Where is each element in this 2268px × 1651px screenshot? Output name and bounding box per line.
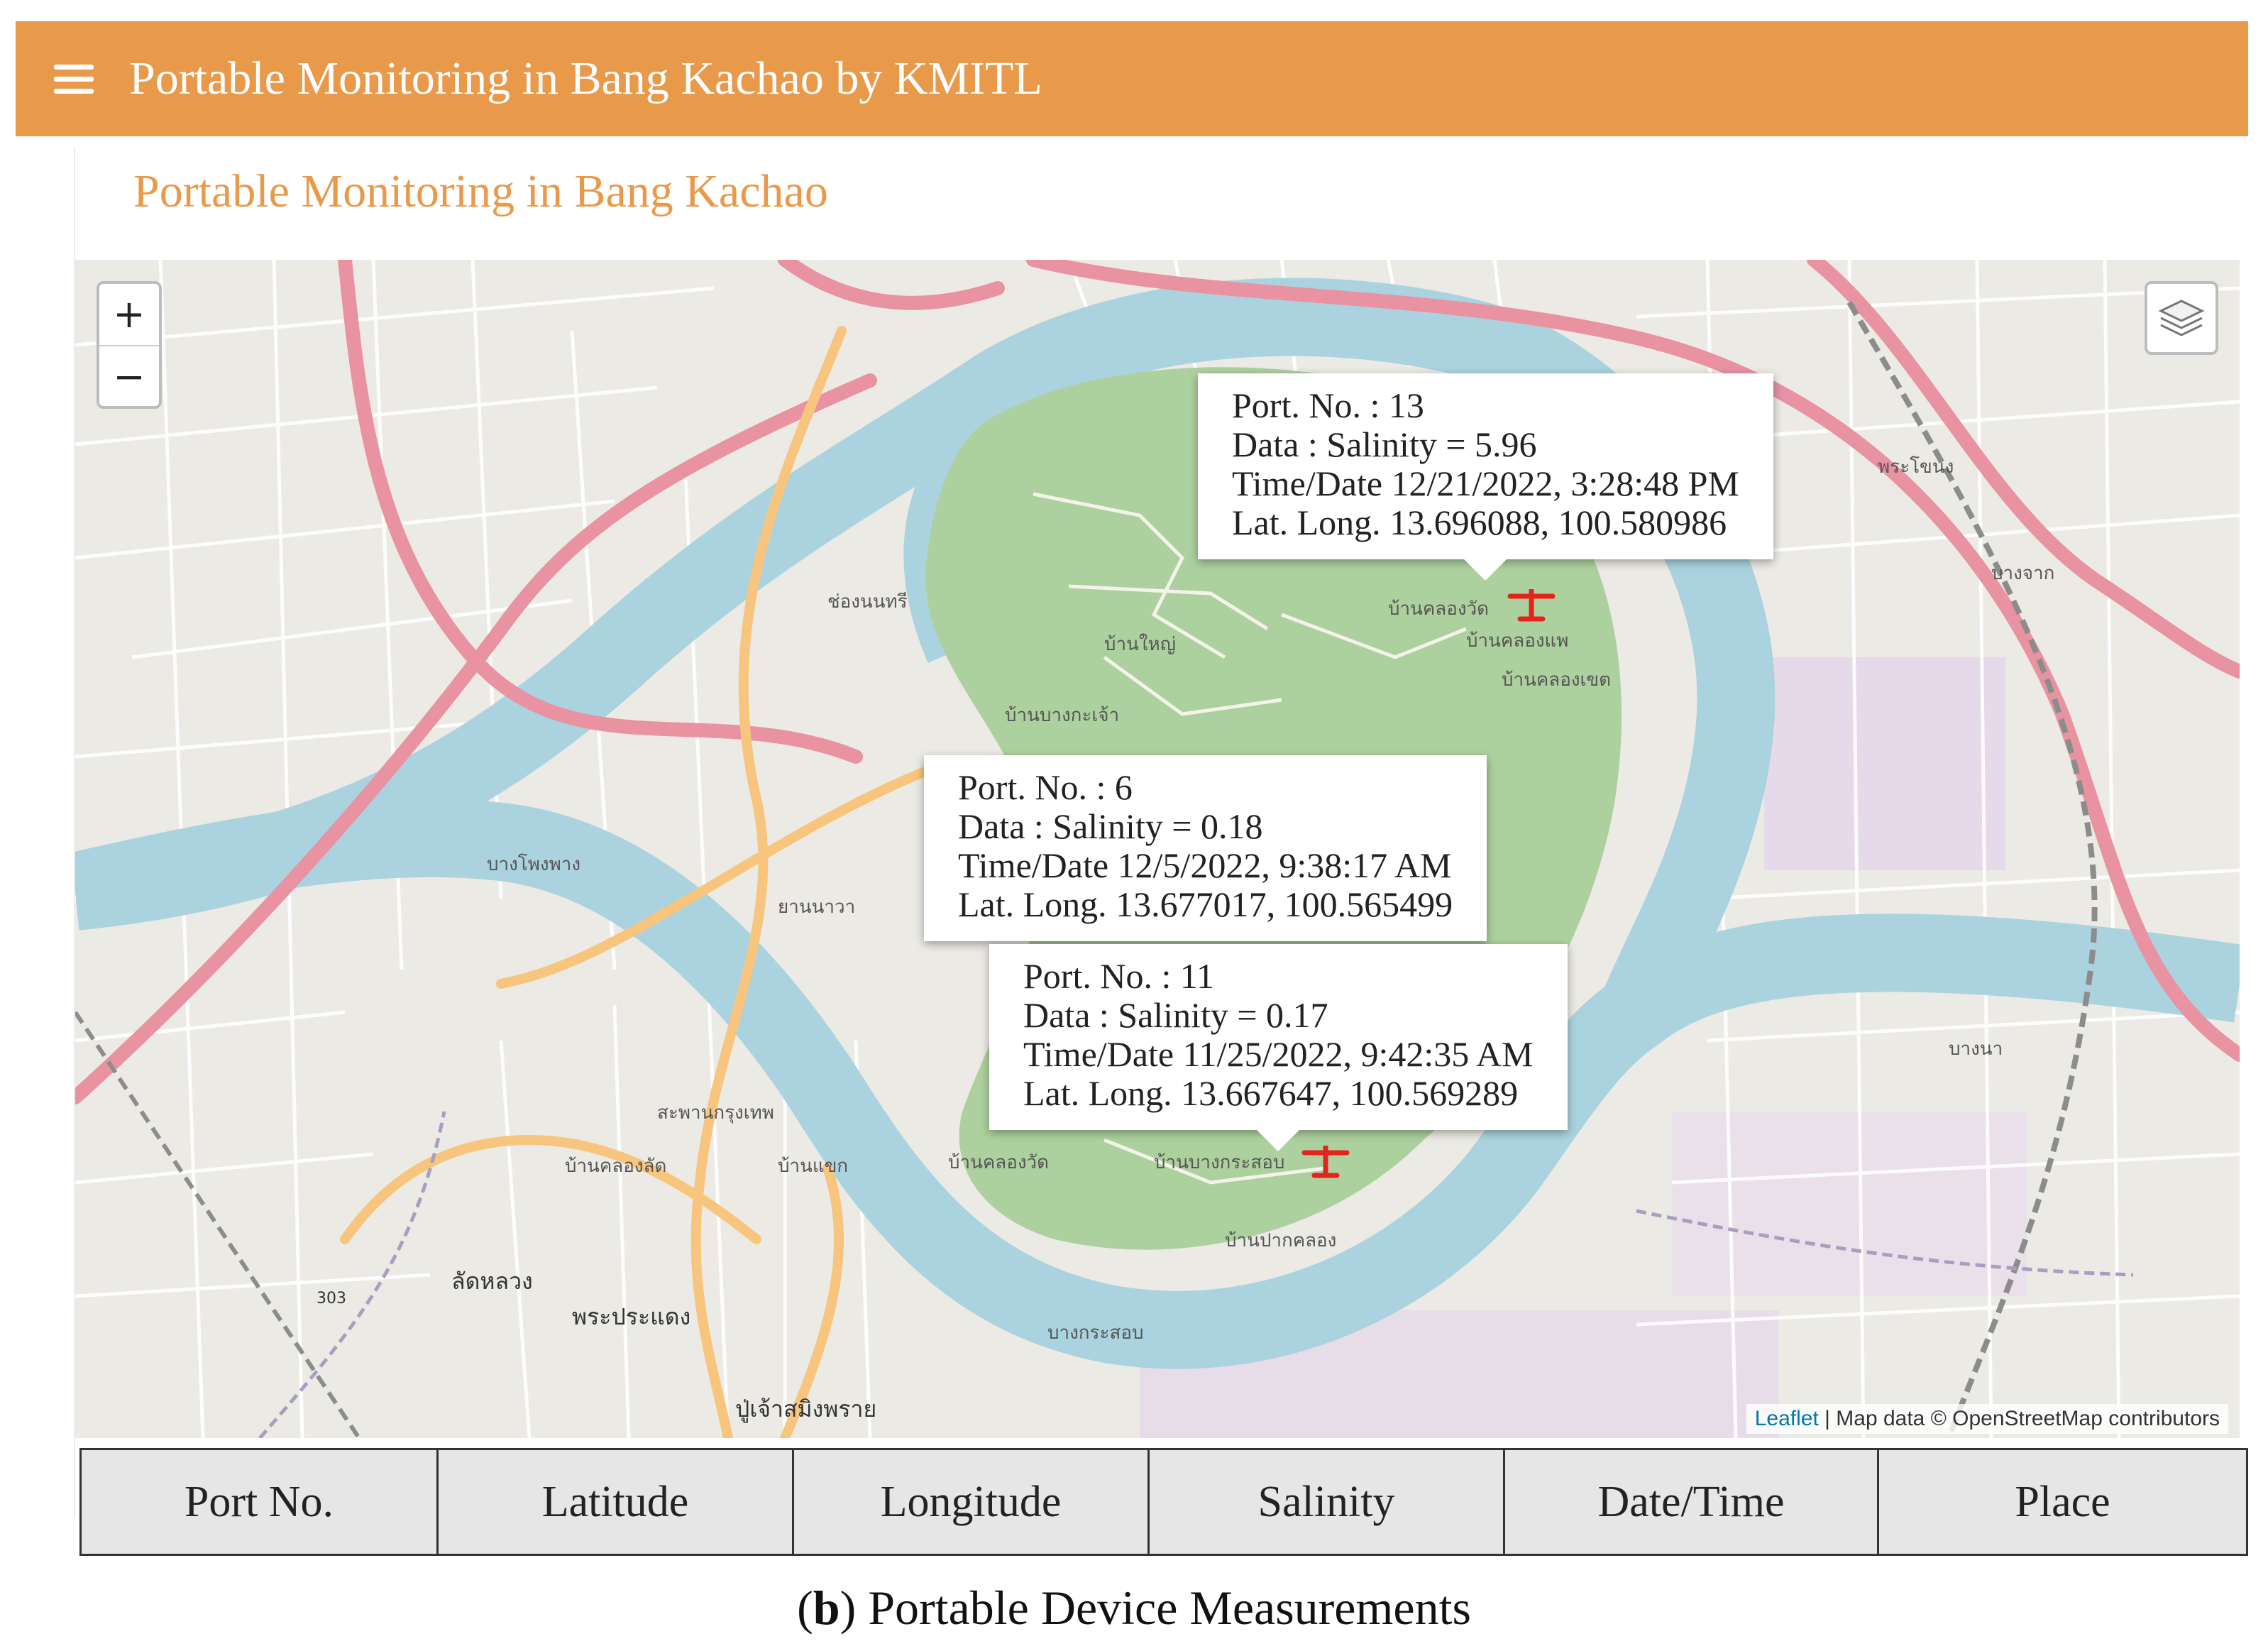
map-place-label: บางกระสอบ (1047, 1322, 1143, 1344)
map-place-label: พระโขนง (1878, 456, 1954, 478)
map-place-label: บ้านคลองแพ (1466, 630, 1568, 652)
caption-text: Portable Device Measurements (856, 1581, 1471, 1635)
column-header-latitude[interactable]: Latitude (436, 1448, 794, 1556)
zoom-control: + − (97, 281, 162, 409)
popup-port-11: Port. No. : 11 Data : Salinity = 0.17 Ti… (989, 944, 1568, 1151)
map-place-label: บ้านใหญ่ (1104, 634, 1176, 655)
popup-time-label: Time/Date 12/21/2022, 3:28:48 PM (1232, 464, 1739, 503)
column-header-datetime[interactable]: Date/Time (1503, 1448, 1879, 1556)
table-header-row: Port No. Latitude Longitude Salinity Dat… (79, 1448, 2248, 1556)
leaflet-link[interactable]: Leaflet (1755, 1407, 1819, 1430)
map-place-label: บางโพงพาง (487, 853, 580, 875)
app-title: Portable Monitoring in Bang Kachao by KM… (129, 53, 1042, 104)
app-header: Portable Monitoring in Bang Kachao by KM… (16, 21, 2248, 136)
popup-port-label: Port. No. : 13 (1232, 385, 1424, 425)
map-place-label: บ้านคลองเขต (1502, 669, 1611, 691)
map-view[interactable]: บ้านคลองวัด บ้านคลองแพ บ้านคลองเขต บ้านใ… (75, 260, 2240, 1438)
map-place-label: บ้านบางกระสอบ (1154, 1152, 1284, 1173)
caption-letter: b (813, 1581, 840, 1635)
map-place-label: บ้านคลองวัด (1388, 598, 1489, 620)
attribution-text: | Map data © OpenStreetMap contributors (1818, 1407, 2220, 1430)
map-attribution: Leaflet | Map data © OpenStreetMap contr… (1746, 1404, 2228, 1434)
map-place-label: ช่องนนทรี (827, 591, 908, 613)
map-place-label: บางนา (1949, 1038, 2003, 1060)
map-place-label: บ้านบางกะเจ้า (1005, 705, 1119, 726)
popup-port-13: Port. No. : 13 Data : Salinity = 5.96 Ti… (1198, 373, 1773, 581)
popup-latlong-label: Lat. Long. 13.667647, 100.569289 (1023, 1073, 1519, 1113)
layers-icon (2158, 300, 2205, 336)
popup-port-6: Port. No. : 6 Data : Salinity = 0.18 Tim… (924, 755, 1487, 941)
map-place-label: บ้านคลองวัด (948, 1152, 1049, 1173)
popup-time-label: Time/Date 12/5/2022, 9:38:17 AM (958, 845, 1452, 885)
map-place-label: ยานนาวา (778, 896, 855, 918)
popup-data-label: Data : Salinity = 5.96 (1232, 424, 1537, 464)
column-header-place[interactable]: Place (1877, 1448, 2248, 1556)
page-title: Portable Monitoring in Bang Kachao (133, 165, 828, 217)
popup-data-label: Data : Salinity = 0.18 (958, 806, 1263, 846)
column-header-longitude[interactable]: Longitude (792, 1448, 1150, 1556)
popup-latlong-label: Lat. Long. 13.677017, 100.565499 (958, 884, 1453, 924)
column-header-salinity[interactable]: Salinity (1147, 1448, 1505, 1556)
popup-latlong-label: Lat. Long. 13.696088, 100.580986 (1232, 503, 1727, 542)
map-place-label: พระประแดง (572, 1303, 690, 1330)
popup-port-label: Port. No. : 11 (1023, 956, 1214, 996)
map-place-label: ปู่เจ้าสมิงพราย (735, 1395, 876, 1423)
popup-data-label: Data : Salinity = 0.17 (1023, 995, 1328, 1035)
menu-icon[interactable] (54, 64, 94, 94)
map-place-label: บ้านแขก (778, 1156, 848, 1177)
zoom-in-button[interactable]: + (99, 284, 159, 345)
popup-port-label: Port. No. : 6 (958, 767, 1133, 807)
layers-button[interactable] (2145, 281, 2218, 355)
map-place-label: บ้านปากคลอง (1225, 1230, 1336, 1251)
map-place-label: 303 (316, 1290, 346, 1307)
column-header-port[interactable]: Port No. (79, 1448, 439, 1556)
marker-port-13-icon[interactable] (1507, 589, 1556, 623)
marker-port-11-icon[interactable] (1301, 1146, 1350, 1180)
popup-time-label: Time/Date 11/25/2022, 9:42:35 AM (1023, 1034, 1534, 1074)
map-place-label: สะพานกรุงเทพ (657, 1102, 774, 1124)
map-place-label: บ้านคลองลัด (565, 1156, 666, 1177)
zoom-out-button[interactable]: − (99, 345, 159, 406)
map-place-label: ลัดหลวง (451, 1268, 533, 1295)
figure-caption: (b) Portable Device Measurements (797, 1581, 1471, 1635)
measurements-table: Port No. Latitude Longitude Salinity Dat… (79, 1448, 2248, 1556)
map-place-label: บางจาก (1991, 563, 2054, 584)
